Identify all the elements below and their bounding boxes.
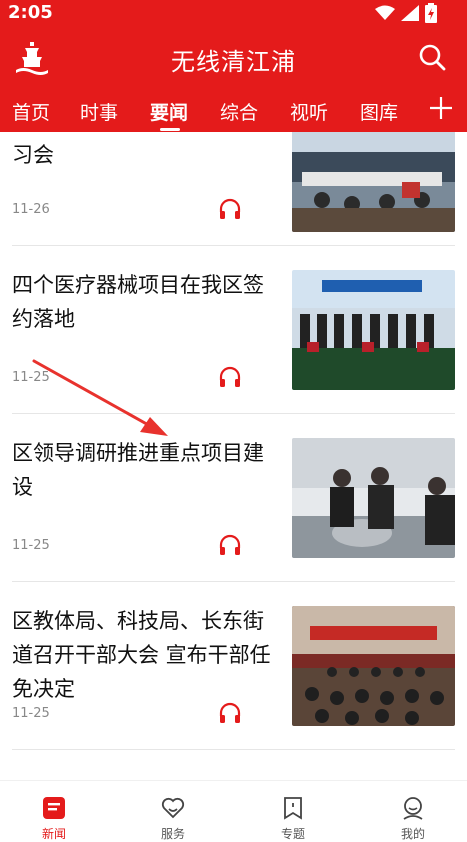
bottom-nav: 新闻 服务 专题 我的 [0,780,467,841]
bookmark-icon [284,797,302,820]
nav-services-label: 服务 [160,827,185,841]
list-item[interactable]: 四个医疗器械项目在我区签约落地 11-25 [12,246,455,414]
app-title: 无线清江浦 [171,48,296,76]
list-item[interactable]: 习会 11-26 [12,132,455,246]
channel-tabs: 首页 时事 要闻 综合 视听 图库 [0,90,467,132]
status-time: 2:05 [8,2,53,23]
active-tab-indicator [160,128,180,131]
nav-news-label: 新闻 [41,827,66,841]
search-icon[interactable] [417,42,447,72]
add-channel-icon[interactable] [427,94,455,122]
nav-topics[interactable]: 专题 [258,795,328,842]
article-date: 11-25 [12,706,50,721]
nav-topics-label: 专题 [280,827,305,841]
article-thumbnail [292,438,455,558]
tab-gallery[interactable]: 图库 [360,98,398,125]
article-title: 区教体局、科技局、长东街道召开干部大会 宣布干部任免决定 [12,609,271,701]
nav-mine[interactable]: 我的 [378,795,448,842]
nav-services[interactable]: 服务 [138,795,208,842]
tab-audiovisual[interactable]: 视听 [290,98,328,125]
article-title: 四个医疗器械项目在我区签约落地 [12,273,264,331]
nav-mine-label: 我的 [400,827,425,841]
tab-home[interactable]: 首页 [12,98,50,125]
list-item[interactable]: 区教体局、科技局、长东街道召开干部大会 宣布干部任免决定 11-25 [12,582,455,750]
article-date: 11-26 [12,202,50,217]
nav-news[interactable]: 新闻 [19,795,89,842]
tab-general[interactable]: 综合 [220,98,258,125]
user-icon [403,797,423,820]
news-feed: 习会 11-26 四个医疗器械项目在我区签约落地 11-25 区领导调研推进重点… [0,132,467,780]
signal-icon [401,5,419,21]
article-thumbnail [292,270,455,390]
headphones-icon[interactable] [217,700,243,726]
article-date: 11-25 [12,538,50,553]
article-thumbnail [292,606,455,726]
article-title: 习会 [12,143,54,167]
tab-current-affairs[interactable]: 时事 [80,98,118,125]
status-bar: 2:05 [0,0,467,28]
article-date: 11-25 [12,370,50,385]
headphones-icon[interactable] [217,196,243,222]
headphones-icon[interactable] [217,364,243,390]
article-thumbnail [292,132,455,232]
app-bar: 无线清江浦 [0,28,467,90]
battery-icon [425,3,437,23]
article-title: 区领导调研推进重点项目建设 [12,441,264,499]
headphones-icon[interactable] [217,532,243,558]
wifi-icon [375,5,395,20]
heart-icon [161,797,185,819]
list-item[interactable]: 区领导调研推进重点项目建设 11-25 [12,414,455,582]
news-icon [43,797,65,819]
status-icons [375,2,437,24]
tab-headlines[interactable]: 要闻 [150,98,188,125]
